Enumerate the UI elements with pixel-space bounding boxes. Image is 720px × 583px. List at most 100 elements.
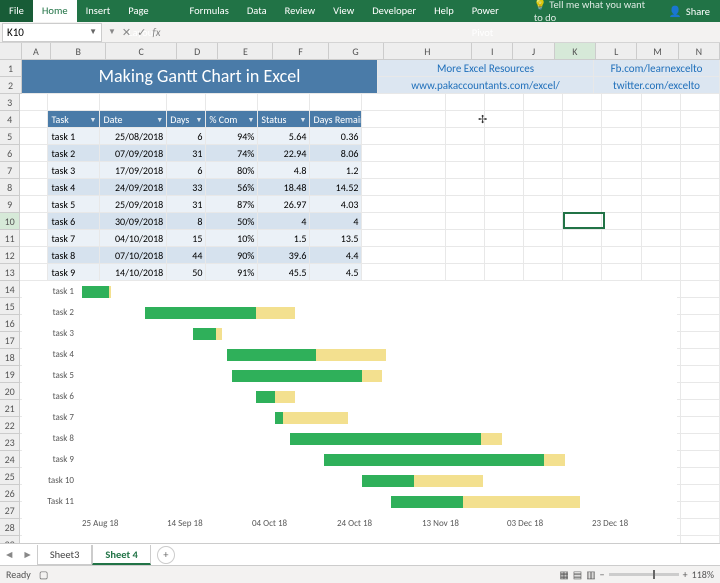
cell[interactable]: [563, 230, 602, 247]
view-layout-icon[interactable]: ▤: [573, 568, 582, 581]
cell[interactable]: [563, 111, 602, 128]
cell[interactable]: [642, 213, 681, 230]
cell[interactable]: 15: [167, 230, 206, 247]
cell[interactable]: [681, 213, 720, 230]
cell[interactable]: [362, 264, 445, 281]
cell[interactable]: [524, 196, 563, 213]
cell[interactable]: [642, 264, 681, 281]
row-header[interactable]: 16: [0, 315, 20, 332]
zoom-slider[interactable]: [609, 573, 679, 576]
share-button[interactable]: 👤Share: [659, 5, 720, 18]
resources-link-2[interactable]: www.pakaccountants.com/excel/: [378, 77, 594, 94]
cell[interactable]: [681, 332, 720, 349]
cell[interactable]: [681, 196, 720, 213]
cell[interactable]: [642, 247, 681, 264]
cell[interactable]: 30/09/2018: [100, 213, 167, 230]
cell[interactable]: task 3: [48, 162, 100, 179]
cell[interactable]: [485, 145, 524, 162]
cell[interactable]: [446, 162, 485, 179]
ribbon-tab-view[interactable]: View: [324, 0, 363, 22]
cell[interactable]: [681, 145, 720, 162]
filter-dropdown-icon[interactable]: ▼: [195, 111, 202, 128]
cell[interactable]: [602, 230, 641, 247]
cell[interactable]: [524, 128, 563, 145]
cell[interactable]: [485, 94, 524, 111]
cell[interactable]: 31: [167, 145, 206, 162]
cell[interactable]: [362, 145, 445, 162]
row-header[interactable]: 20: [0, 383, 20, 400]
cell[interactable]: [602, 213, 641, 230]
cell[interactable]: 24/09/2018: [100, 179, 167, 196]
cell[interactable]: [20, 230, 48, 247]
cell[interactable]: [524, 213, 563, 230]
cell[interactable]: [642, 145, 681, 162]
cell[interactable]: [362, 179, 445, 196]
row-header[interactable]: 4: [0, 111, 20, 128]
cell[interactable]: 94%: [206, 128, 258, 145]
chevron-down-icon[interactable]: ▼: [89, 24, 97, 41]
cell[interactable]: [642, 128, 681, 145]
row-header[interactable]: 21: [0, 400, 20, 417]
cell[interactable]: 4.03: [310, 196, 362, 213]
cell[interactable]: [485, 179, 524, 196]
cell[interactable]: Days▼: [167, 111, 206, 128]
row-header[interactable]: 14: [0, 281, 20, 298]
cell[interactable]: [681, 468, 720, 485]
fb-link[interactable]: Fb.com/learnexcelto: [594, 60, 720, 77]
column-header-E[interactable]: E: [218, 43, 273, 59]
cancel-icon[interactable]: ✕: [122, 26, 131, 39]
row-header[interactable]: 6: [0, 145, 20, 162]
cell[interactable]: [563, 213, 602, 230]
column-header-F[interactable]: F: [273, 43, 328, 59]
cell[interactable]: [642, 196, 681, 213]
zoom-in-button[interactable]: +: [683, 568, 688, 581]
check-icon[interactable]: ✓: [137, 26, 146, 39]
cell[interactable]: [362, 111, 445, 128]
cell[interactable]: [602, 111, 641, 128]
cell[interactable]: [563, 196, 602, 213]
cell[interactable]: [20, 128, 48, 145]
cell[interactable]: 91%: [206, 264, 258, 281]
cell[interactable]: 87%: [206, 196, 258, 213]
cell[interactable]: [524, 264, 563, 281]
cell[interactable]: 90%: [206, 247, 258, 264]
cell[interactable]: 1.2: [310, 162, 362, 179]
macro-record-icon[interactable]: ▢: [39, 568, 48, 581]
column-header-L[interactable]: L: [596, 43, 637, 59]
cell[interactable]: task 2: [48, 145, 100, 162]
cell[interactable]: Status▼: [258, 111, 310, 128]
ribbon-tab-formulas[interactable]: Formulas: [180, 0, 237, 22]
column-header-J[interactable]: J: [513, 43, 554, 59]
cell[interactable]: [602, 162, 641, 179]
ribbon-tab-power-pivot[interactable]: Power Pivot: [463, 0, 524, 22]
spreadsheet-grid[interactable]: 12Making Gantt Chart in ExcelMore Excel …: [0, 60, 720, 564]
cell[interactable]: [563, 264, 602, 281]
cell[interactable]: 6: [167, 162, 206, 179]
cell[interactable]: [446, 145, 485, 162]
cell[interactable]: [681, 298, 720, 315]
cell[interactable]: [485, 247, 524, 264]
row-header[interactable]: 13: [0, 264, 20, 281]
cell[interactable]: Days Remaining▼: [310, 111, 362, 128]
cell[interactable]: [206, 94, 258, 111]
filter-dropdown-icon[interactable]: ▼: [247, 111, 254, 128]
fx-icon[interactable]: fx: [152, 26, 160, 39]
cell[interactable]: % Com▼: [206, 111, 258, 128]
row-header[interactable]: 28: [0, 519, 20, 536]
filter-dropdown-icon[interactable]: ▼: [300, 111, 307, 128]
cell[interactable]: [20, 264, 48, 281]
cell[interactable]: 50%: [206, 213, 258, 230]
sheet-tab-sheet-4[interactable]: Sheet 4: [92, 545, 150, 565]
cell[interactable]: [563, 247, 602, 264]
cell[interactable]: 18.48: [258, 179, 310, 196]
cell[interactable]: [642, 94, 681, 111]
cell[interactable]: [20, 179, 48, 196]
cell[interactable]: [681, 315, 720, 332]
cell[interactable]: [362, 230, 445, 247]
cell[interactable]: [681, 383, 720, 400]
row-header[interactable]: 8: [0, 179, 20, 196]
view-pagebreak-icon[interactable]: ▥: [586, 568, 595, 581]
row-header[interactable]: 1: [0, 60, 22, 77]
cell[interactable]: [681, 349, 720, 366]
column-header-N[interactable]: N: [679, 43, 720, 59]
